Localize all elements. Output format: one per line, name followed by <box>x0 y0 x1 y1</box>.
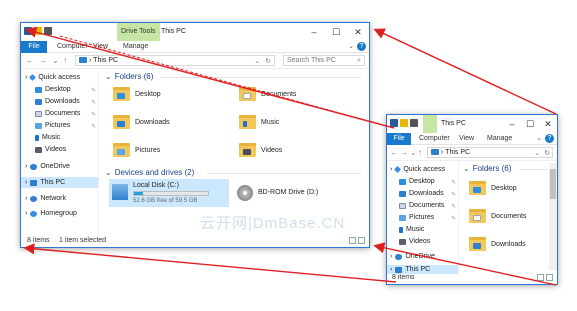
arrow-top-right <box>373 28 557 115</box>
arrow-bottom-right <box>373 242 557 286</box>
arrow-bottom-left <box>23 243 397 283</box>
arrow-top-left <box>25 26 395 129</box>
annotation-arrows <box>23 26 557 286</box>
